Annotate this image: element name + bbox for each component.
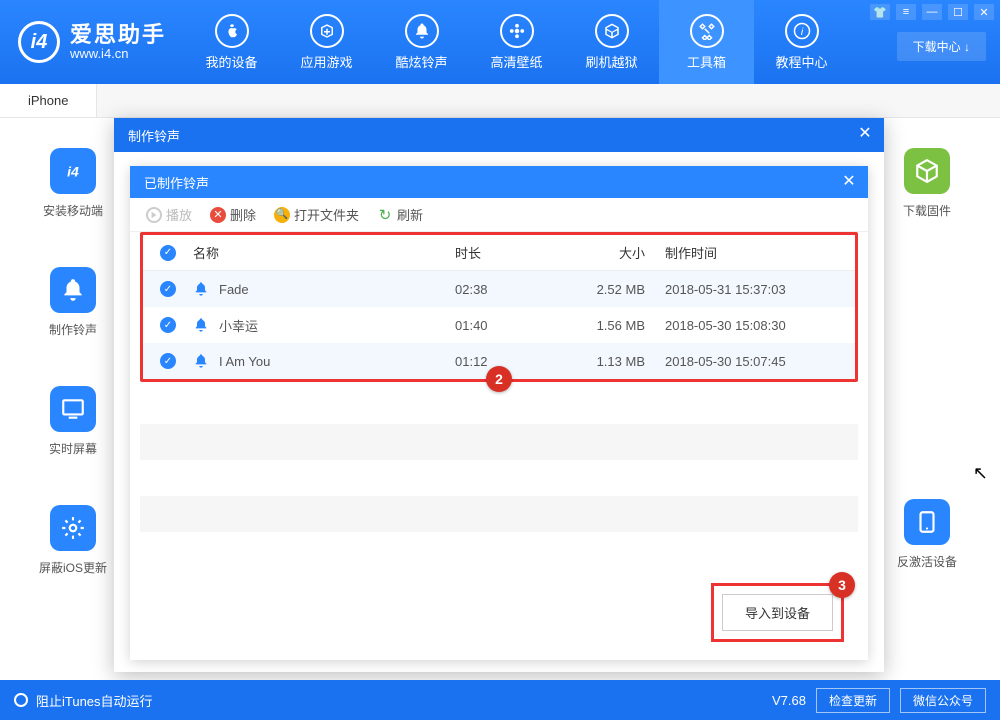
logo-icon: i4 — [50, 148, 96, 194]
col-size-header[interactable]: 大小 — [555, 243, 665, 262]
tablet-icon — [904, 499, 950, 545]
side-logo[interactable]: i4安装移动端 — [43, 148, 103, 219]
col-duration-header[interactable]: 时长 — [455, 243, 555, 262]
box-icon — [595, 14, 629, 48]
nav-box[interactable]: 刷机越狱 — [564, 0, 659, 84]
itunes-block-label[interactable]: 阻止iTunes自动运行 — [36, 691, 153, 710]
side-cube[interactable]: 下载固件 — [903, 148, 951, 219]
folder-icon: 🔍 — [274, 207, 290, 223]
modal-outer-titlebar: 制作铃声 ✕ — [114, 118, 884, 152]
flower-icon — [500, 14, 534, 48]
table-row[interactable]: 小幸运01:401.56 MB2018-05-30 15:08:30 — [143, 307, 855, 343]
side-bell[interactable]: 制作铃声 — [49, 267, 97, 338]
delete-button[interactable]: ✕ 删除 — [210, 205, 256, 224]
check-update-button[interactable]: 检查更新 — [816, 688, 890, 713]
row-checkbox[interactable] — [160, 281, 176, 297]
col-name-header[interactable]: 名称 — [193, 243, 455, 262]
modal-outer-title-text: 制作铃声 — [128, 126, 180, 145]
version-label: V7.68 — [772, 693, 806, 708]
open-folder-button[interactable]: 🔍 打开文件夹 — [274, 205, 359, 224]
callout-badge-2: 2 — [486, 366, 512, 392]
download-center-button[interactable]: 下载中心 ↓ — [897, 32, 986, 61]
bell-icon — [193, 317, 209, 333]
col-time-header[interactable]: 制作时间 — [665, 243, 855, 262]
play-button[interactable]: 播放 — [146, 205, 192, 224]
modal-created-ringtones: 已制作铃声 ✕ 播放 ✕ 删除 🔍 打开文件夹 — [130, 166, 868, 660]
cursor-icon: ↖ — [973, 463, 988, 484]
bell-icon — [193, 281, 209, 297]
tab-iphone[interactable]: iPhone — [0, 84, 97, 117]
row-checkbox[interactable] — [160, 317, 176, 333]
maximize-button[interactable]: ☐ — [948, 4, 968, 20]
logo-icon: i4 — [18, 21, 60, 63]
app-name: 爱思助手 — [70, 23, 166, 47]
close-icon[interactable]: ✕ — [856, 126, 874, 144]
ringtone-toolbar: 播放 ✕ 删除 🔍 打开文件夹 ↻ 刷新 — [130, 198, 868, 232]
modal-inner-titlebar: 已制作铃声 ✕ — [130, 166, 868, 198]
empty-rows — [140, 388, 858, 568]
monitor-icon — [50, 386, 96, 432]
side-monitor[interactable]: 实时屏幕 — [49, 386, 97, 457]
app-site: www.i4.cn — [70, 47, 166, 61]
table-row[interactable]: Fade02:382.52 MB2018-05-31 15:37:03 — [143, 271, 855, 307]
refresh-icon: ↻ — [377, 207, 393, 223]
modal-inner-title-text: 已制作铃声 — [144, 173, 209, 192]
sidebar-right: 下载固件反激活设备 — [882, 148, 972, 570]
close-button[interactable]: ✕ — [974, 4, 994, 20]
nav-info[interactable]: i教程中心 — [754, 0, 849, 84]
itunes-toggle-icon[interactable] — [14, 693, 28, 707]
device-tabbar: iPhone — [0, 84, 1000, 118]
apple-icon — [215, 14, 249, 48]
minimize-button[interactable]: — — [922, 4, 942, 20]
ringtone-table-callout: 名称 时长 大小 制作时间 Fade02:382.52 MB2018-05-31… — [140, 232, 858, 382]
nav-flower[interactable]: 高清壁纸 — [469, 0, 564, 84]
side-tablet[interactable]: 反激活设备 — [897, 499, 957, 570]
import-to-device-button[interactable]: 导入到设备 — [722, 594, 833, 631]
menu-button[interactable]: ≡ — [896, 4, 916, 20]
skin-button[interactable]: 👕 — [870, 4, 890, 20]
app-header: i4 爱思助手 www.i4.cn 我的设备应用游戏酷炫铃声高清壁纸刷机越狱工具… — [0, 0, 1000, 84]
nav-bell[interactable]: 酷炫铃声 — [374, 0, 469, 84]
callout-badge-3: 3 — [829, 572, 855, 598]
refresh-button[interactable]: ↻ 刷新 — [377, 205, 423, 224]
nav-apple[interactable]: 我的设备 — [184, 0, 279, 84]
sidebar-left: i4安装移动端制作铃声实时屏幕屏蔽iOS更新 — [28, 148, 118, 576]
svg-text:i4: i4 — [67, 163, 79, 179]
gear-icon — [50, 505, 96, 551]
table-header: 名称 时长 大小 制作时间 — [143, 235, 855, 271]
import-callout: 导入到设备 3 — [711, 583, 844, 642]
nav-appstore[interactable]: 应用游戏 — [279, 0, 374, 84]
main-body: i4安装移动端制作铃声实时屏幕屏蔽iOS更新 下载固件反激活设备 制作铃声 ✕ … — [0, 118, 1000, 680]
bell-icon — [193, 353, 209, 369]
side-gear[interactable]: 屏蔽iOS更新 — [39, 505, 107, 576]
appstore-icon — [310, 14, 344, 48]
main-nav: 我的设备应用游戏酷炫铃声高清壁纸刷机越狱工具箱i教程中心 — [184, 0, 849, 84]
wechat-button[interactable]: 微信公众号 — [900, 688, 986, 713]
select-all-checkbox[interactable] — [160, 245, 176, 261]
modal-make-ringtone: 制作铃声 ✕ 已制作铃声 ✕ 播放 ✕ 删除 — [114, 118, 884, 672]
tools-icon — [690, 14, 724, 48]
window-controls: 👕 ≡ — ☐ ✕ — [870, 4, 994, 20]
play-icon — [146, 207, 162, 223]
info-icon: i — [785, 14, 819, 48]
status-bar: 阻止iTunes自动运行 V7.68 检查更新 微信公众号 — [0, 680, 1000, 720]
close-icon[interactable]: ✕ — [840, 174, 858, 192]
svg-text:i: i — [800, 25, 803, 37]
row-checkbox[interactable] — [160, 353, 176, 369]
bell-icon — [50, 267, 96, 313]
delete-icon: ✕ — [210, 207, 226, 223]
cube-icon — [904, 148, 950, 194]
bell-icon — [405, 14, 439, 48]
nav-tools[interactable]: 工具箱 — [659, 0, 754, 84]
app-logo: i4 爱思助手 www.i4.cn — [0, 21, 184, 63]
